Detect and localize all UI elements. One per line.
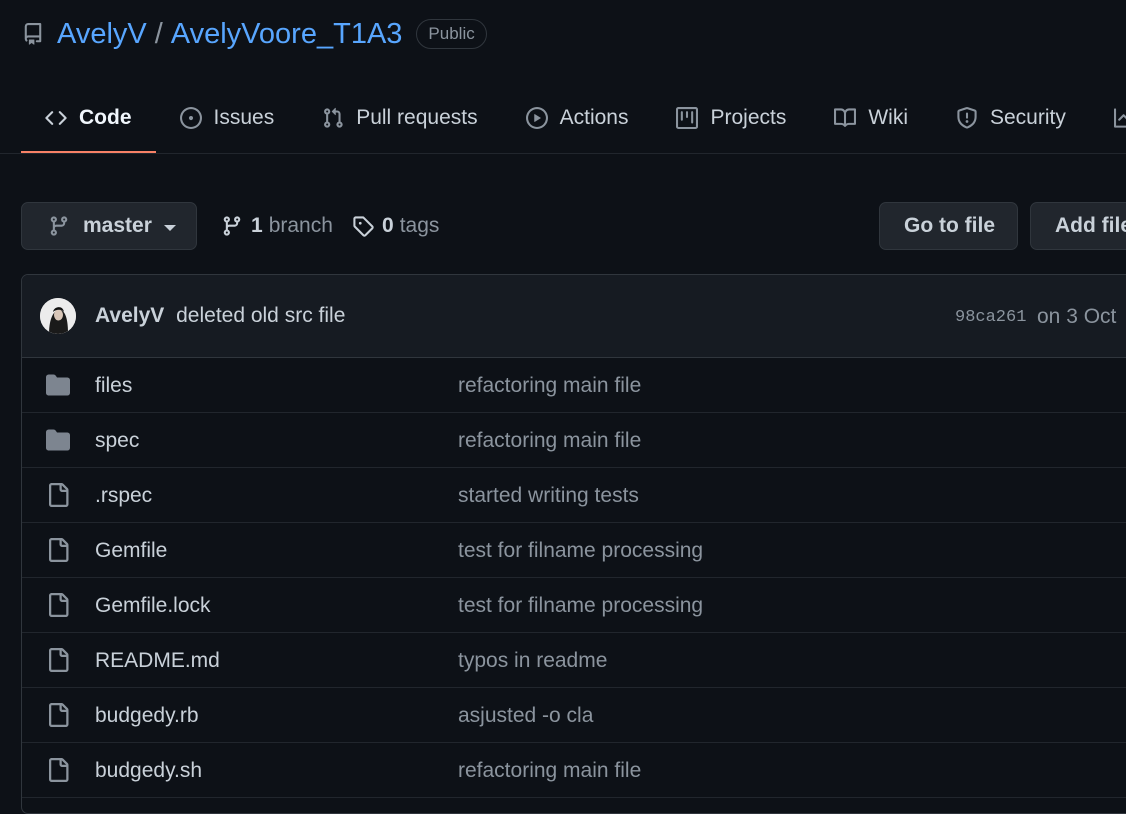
file-row: .rspec started writing tests	[22, 468, 1126, 523]
tab-pull-requests[interactable]: Pull requests	[298, 88, 501, 148]
file-name-link[interactable]: Gemfile	[95, 539, 167, 563]
file-browser: AvelyV deleted old src file 98ca261 on 3…	[21, 274, 1126, 814]
book-icon	[834, 107, 857, 129]
tab-label: Pull requests	[356, 106, 478, 129]
project-icon	[676, 107, 699, 129]
file-row: Gemfile.lock test for filname processing	[22, 578, 1126, 633]
folder-icon	[46, 373, 70, 397]
branch-name: master	[83, 214, 152, 237]
file-name-link[interactable]: budgedy.sh	[95, 759, 202, 783]
tab-label: Issues	[213, 106, 275, 129]
branch-count-label: branch	[268, 214, 333, 237]
file-name-link[interactable]: README.md	[95, 649, 220, 673]
branch-count: 1	[251, 214, 263, 237]
branches-link[interactable]: 1 branch	[221, 214, 333, 238]
shield-icon	[956, 107, 978, 129]
file-commit-message-link[interactable]: test for filname processing	[458, 594, 703, 618]
file-commit-message-link[interactable]: test for filname processing	[458, 539, 703, 563]
tab-code[interactable]: Code	[21, 88, 156, 154]
file-row: Gemfile test for filname processing	[22, 523, 1126, 578]
file-icon	[46, 593, 70, 617]
branch-selector-button[interactable]: master	[21, 202, 197, 250]
repo-name-link[interactable]: AvelyVoore_T1A3	[171, 18, 403, 51]
tab-label: Security	[990, 106, 1066, 129]
repo-icon	[22, 23, 44, 45]
file-commit-message-link[interactable]: refactoring main file	[458, 759, 641, 783]
file-list: files refactoring main file spec refacto…	[22, 358, 1126, 798]
file-row: budgedy.sh refactoring main file	[22, 743, 1126, 798]
commit-message-link[interactable]: deleted old src file	[176, 304, 345, 327]
tab-label: Code	[79, 106, 132, 129]
file-commit-message-link[interactable]: refactoring main file	[458, 429, 641, 453]
tab-security[interactable]: Security	[932, 88, 1090, 148]
file-name-link[interactable]: Gemfile.lock	[95, 594, 211, 618]
tab-label: Projects	[710, 106, 787, 129]
file-name-link[interactable]: spec	[95, 429, 139, 453]
graph-icon	[1113, 107, 1126, 129]
latest-commit-bar: AvelyV deleted old src file 98ca261 on 3…	[22, 275, 1126, 358]
issue-icon	[179, 107, 202, 129]
go-to-file-button[interactable]: Go to file	[879, 202, 1018, 250]
commit-date: on 3 Oct	[1037, 305, 1117, 328]
tag-count-label: tags	[399, 214, 440, 237]
tab-label: Wiki	[868, 106, 908, 129]
repo-nav-tabs: Code Issues Pull requests Actions Projec…	[21, 88, 1126, 154]
tab-insights-truncated[interactable]	[1090, 88, 1126, 148]
tab-label: Actions	[559, 106, 629, 129]
tab-wiki[interactable]: Wiki	[810, 88, 932, 148]
file-row: budgedy.rb asjusted -o cla	[22, 688, 1126, 743]
file-commit-message-link[interactable]: asjusted -o cla	[458, 704, 593, 728]
file-commit-message-link[interactable]: refactoring main file	[458, 374, 641, 398]
tag-icon	[352, 215, 374, 237]
file-row: spec refactoring main file	[22, 413, 1126, 468]
file-name-link[interactable]: .rspec	[95, 484, 152, 508]
tags-link[interactable]: 0 tags	[352, 214, 439, 238]
git-branch-icon	[221, 215, 243, 237]
file-icon	[46, 648, 70, 672]
commit-sha-link[interactable]: 98ca261	[955, 308, 1026, 327]
folder-icon	[46, 428, 70, 452]
file-icon	[46, 758, 70, 782]
path-separator: /	[154, 17, 163, 50]
commit-summary: AvelyV deleted old src file	[95, 304, 345, 328]
repo-header: AvelyV / AvelyVoore_T1A3 Public	[22, 14, 487, 54]
file-icon	[46, 538, 70, 562]
visibility-badge: Public	[416, 19, 487, 49]
file-row: README.md typos in readme	[22, 633, 1126, 688]
file-icon	[46, 703, 70, 727]
tag-count: 0	[382, 214, 394, 237]
file-icon	[46, 483, 70, 507]
tabs-divider	[0, 153, 1126, 154]
file-name-link[interactable]: budgedy.rb	[95, 704, 199, 728]
pull-request-icon	[322, 107, 344, 129]
commit-author-link[interactable]: AvelyV	[95, 304, 164, 327]
tab-projects[interactable]: Projects	[652, 88, 810, 148]
chevron-down-icon	[163, 225, 176, 231]
repo-owner-link[interactable]: AvelyV	[57, 18, 147, 51]
file-name-link[interactable]: files	[95, 374, 132, 398]
add-file-button[interactable]: Add file	[1030, 202, 1126, 250]
file-commit-message-link[interactable]: typos in readme	[458, 649, 607, 673]
file-row: files refactoring main file	[22, 358, 1126, 413]
code-icon	[45, 107, 67, 129]
avatar[interactable]	[40, 298, 76, 334]
git-branch-icon	[48, 215, 70, 237]
play-icon	[525, 107, 548, 129]
tab-issues[interactable]: Issues	[156, 88, 299, 148]
tab-actions[interactable]: Actions	[502, 88, 653, 148]
file-commit-message-link[interactable]: started writing tests	[458, 484, 639, 508]
